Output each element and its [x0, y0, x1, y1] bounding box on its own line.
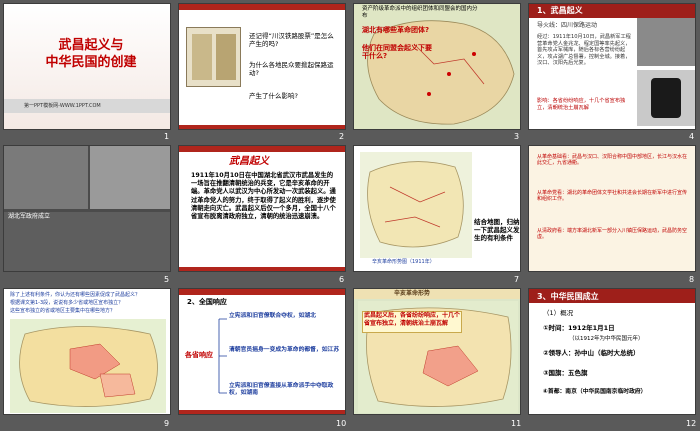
slide-number: 8 [689, 275, 695, 284]
slide-number: 4 [689, 132, 695, 141]
slide-top-bar [179, 4, 345, 10]
slide-body: 1911年10月10日在中国湖北省武汉市武昌发生的一场旨在推翻清朝统治的兵变，它… [191, 172, 336, 220]
slide-title: 武昌起义与 中华民国的创建 [45, 38, 137, 70]
point-item: 从革命基础看：武昌与汉口、汉阳合称中国中部地区，长江与汉水在此交汇，九省通衢。 [537, 154, 688, 167]
slide-number: 10 [336, 419, 347, 428]
bullet-item: 还记得“川汉铁路股票”是怎么产生的吗? [249, 32, 334, 49]
statue-image [637, 18, 695, 66]
question-item: 除了上述有利条件，你认为还有哪些因素促成了武昌起义？ [10, 292, 141, 298]
slide-number: 7 [514, 275, 520, 284]
slide-body: 经过：1911年10月10日，武昌新军工程营革命党人金兆龙、程定国等率先起义，首… [537, 34, 631, 66]
point-item: 从革命党看：湖北的革命团体文学社和共进会长期在新军中进行宣传和组织工作。 [537, 190, 688, 203]
crowd-photo [4, 212, 170, 271]
slide-note: 结合地图，归纳一下武昌起义发生的有利条件 [474, 218, 520, 243]
slide-number: 9 [164, 419, 170, 428]
slide-thumbnail-7[interactable]: 辛亥革命形势图（1911年） 结合地图，归纳一下武昌起义发生的有利条件 [353, 145, 521, 272]
slide-sorter-grid: 武昌起义与 中华民国的创建 第一PPT模板网-WWW.1PPT.COM 1 还记… [0, 0, 700, 431]
slide-thumbnail-8[interactable]: 从革命基础看：武昌与汉口、汉阳合称中国中部地区，长江与汉水在此交汇，九省通衢。 … [528, 145, 696, 272]
slide-thumbnail-11[interactable]: 辛亥革命形势 武昌起义后，各省纷纷响应，十几个省宣布独立，清朝统治土崩瓦解 [353, 288, 521, 415]
slide-bottom-bar [179, 267, 345, 271]
map-graphic [19, 326, 158, 407]
slide-bottom-bar [179, 125, 345, 129]
slide-number: 3 [514, 132, 520, 141]
slide-number: 11 [511, 419, 522, 428]
slide-top-bar [179, 146, 345, 152]
map-title: 资产阶级革命派中的组织团体和同盟会的国内分布 [362, 6, 478, 19]
revolution-map [360, 152, 472, 258]
slide-thumbnail-9[interactable]: 除了上述有利条件，你认为还有哪些因素促成了武昌起义？ 根据课文第1-3段，说说有… [3, 288, 171, 415]
fact-item: ④首都：南京（中华民国南京临时政府） [543, 389, 647, 395]
question-item: 根据课文第1-3段，说说有多少省或地区宣布独立？ [10, 300, 124, 306]
slide-thumbnail-6[interactable]: 武昌起义 1911年10月10日在中国湖北省武汉市武昌发生的一场旨在推翻清朝统治… [178, 145, 346, 272]
photo-caption: 湖北军政府成立 [8, 213, 51, 220]
response-item: 立宪派和旧官僚联合夺权，如湖北 [229, 313, 316, 319]
china-map [354, 4, 520, 129]
map-caption: 辛亥革命形势图（1911年） [372, 259, 435, 265]
point-item: 从清政府看：端方率湖北新军一部分入川镇压保路运动，武昌防务空虚。 [537, 228, 688, 241]
slide-subtitle: 导火线：四川保路运动 [537, 22, 598, 29]
calligraphy-image [637, 70, 695, 126]
slide-number: 6 [339, 275, 345, 284]
railway-stock-image [186, 27, 241, 87]
slide-thumbnail-1[interactable]: 武昌起义与 中华民国的创建 第一PPT模板网-WWW.1PPT.COM [3, 3, 171, 130]
callout-text: 武昌起义后，各省纷纷响应，十几个省宣布独立，清朝统治土崩瓦解 [364, 312, 461, 327]
response-item: 立宪派和旧官僚直接从革命派手中夺取政权，如湖南 [229, 383, 334, 397]
bullet-item: 产生了什么影响? [249, 92, 298, 100]
map-graphic [367, 20, 515, 125]
slide-thumbnail-3[interactable]: 资产阶级革命派中的组织团体和同盟会的国内分布 湖北有哪些革命团体? 他们在同盟会… [353, 3, 521, 130]
bullet-item: 为什么各地民众要掀起保路运动? [249, 61, 334, 78]
slide-heading: 3、中华民国成立 [537, 292, 599, 301]
slide-thumbnail-4[interactable]: 1、武昌起义 导火线：四川保路运动 经过：1911年10月10日，武昌新军工程营… [528, 3, 696, 130]
slide-thumbnail-5[interactable]: 湖北军政府成立 [3, 145, 171, 272]
response-item: 清朝官员摇身一变成为革命的都督，如江苏 [229, 347, 340, 353]
fact-item: ①时间：1912年1月1日 [543, 324, 615, 332]
slide-number: 12 [686, 419, 697, 428]
fact-item: ③国旗：五色旗 [543, 369, 588, 377]
slide-number: 2 [339, 132, 345, 141]
slide-number: 5 [164, 275, 170, 284]
slide-heading: 1、武昌起义 [537, 6, 583, 15]
question-item: 这些宣布独立的省或地区主要集中在哪些地方？ [10, 308, 116, 314]
overview-label: （1）概况 [543, 309, 574, 317]
slide-thumbnail-12[interactable]: 3、中华民国成立 （1）概况 ①时间：1912年1月1日 （以1912年为中华民… [528, 288, 696, 415]
province-map [10, 319, 166, 413]
fact-item: ②领导人：孙中山（临时大总统） [543, 349, 640, 357]
slide-thumbnail-2[interactable]: 还记得“川汉铁路股票”是怎么产生的吗? 为什么各地民众要掀起保路运动? 产生了什… [178, 3, 346, 130]
map-banner: 辛亥革命形势 [394, 290, 431, 297]
slide-number: 1 [164, 132, 170, 141]
slide-heading: 武昌起义 [229, 156, 269, 167]
map-graphic [367, 161, 464, 248]
slide-question: 湖北有哪些革命团体? 他们在同盟会起义下要干什么? [362, 26, 432, 61]
slide-footer: 第一PPT模板网-WWW.1PPT.COM [24, 103, 101, 109]
soldiers-photo [4, 146, 88, 209]
fact-item: （以1912年为中华民国元年） [569, 336, 644, 342]
slide-impact: 影响：各省纷纷响应，十几个省宣布独立，清朝统治土崩瓦解 [537, 98, 626, 111]
building-photo [90, 146, 170, 209]
map-banner-bar [354, 289, 520, 299]
slide-thumbnail-10[interactable]: 2、全国响应 各省响应 立宪派和旧官僚联合夺权，如湖北 清朝官员摇身一变成为革命… [178, 288, 346, 415]
